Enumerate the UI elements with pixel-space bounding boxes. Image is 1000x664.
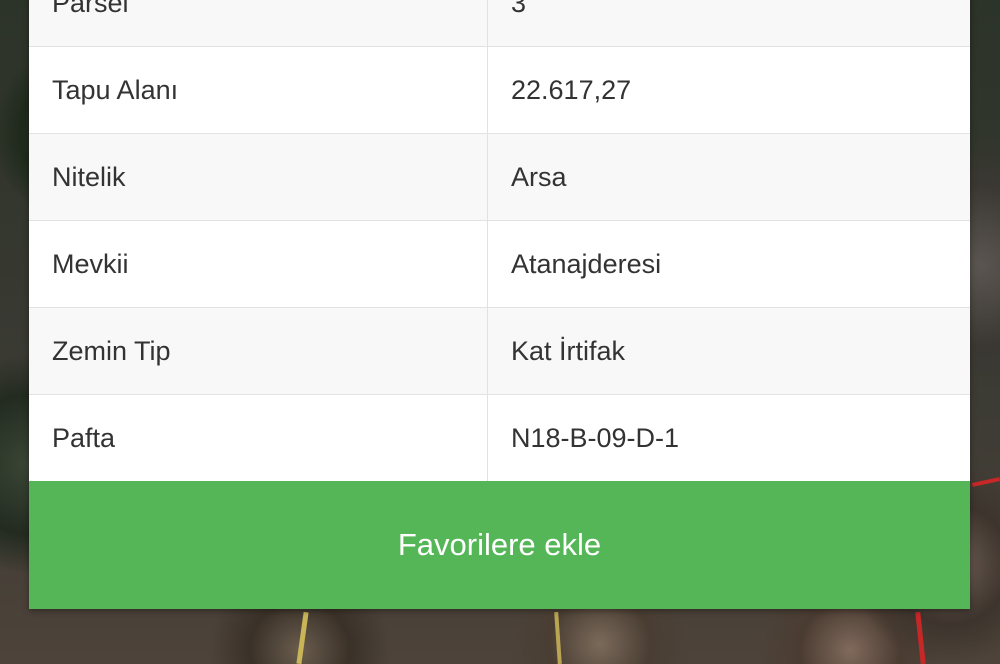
row-label: Tapu Alanı [29, 46, 488, 134]
parcel-details-table: Parsel 3 Tapu Alanı 22.617,27 Nitelik Ar… [29, 0, 970, 481]
row-value: 3 [487, 0, 970, 47]
map-road-line [554, 611, 562, 664]
table-row: Zemin Tip Kat İrtifak [29, 307, 970, 395]
row-value: N18-B-09-D-1 [487, 394, 970, 481]
row-label: Mevkii [29, 220, 488, 308]
table-row: Nitelik Arsa [29, 133, 970, 221]
add-to-favorites-button[interactable]: Favorilere ekle [29, 481, 970, 609]
row-label: Parsel [29, 0, 488, 47]
row-label: Nitelik [29, 133, 488, 221]
table-row: Tapu Alanı 22.617,27 [29, 46, 970, 134]
map-road-line [915, 611, 926, 664]
table-row: Parsel 3 [29, 0, 970, 47]
map-road-line [971, 477, 1000, 487]
map-road-line [296, 611, 309, 664]
row-value: Atanajderesi [487, 220, 970, 308]
row-label: Zemin Tip [29, 307, 488, 395]
table-row: Mevkii Atanajderesi [29, 220, 970, 308]
row-value: Kat İrtifak [487, 307, 970, 395]
row-value: 22.617,27 [487, 46, 970, 134]
row-label: Pafta [29, 394, 488, 481]
table-row: Pafta N18-B-09-D-1 [29, 394, 970, 481]
row-value: Arsa [487, 133, 970, 221]
parcel-info-panel: Parsel 3 Tapu Alanı 22.617,27 Nitelik Ar… [29, 0, 970, 609]
